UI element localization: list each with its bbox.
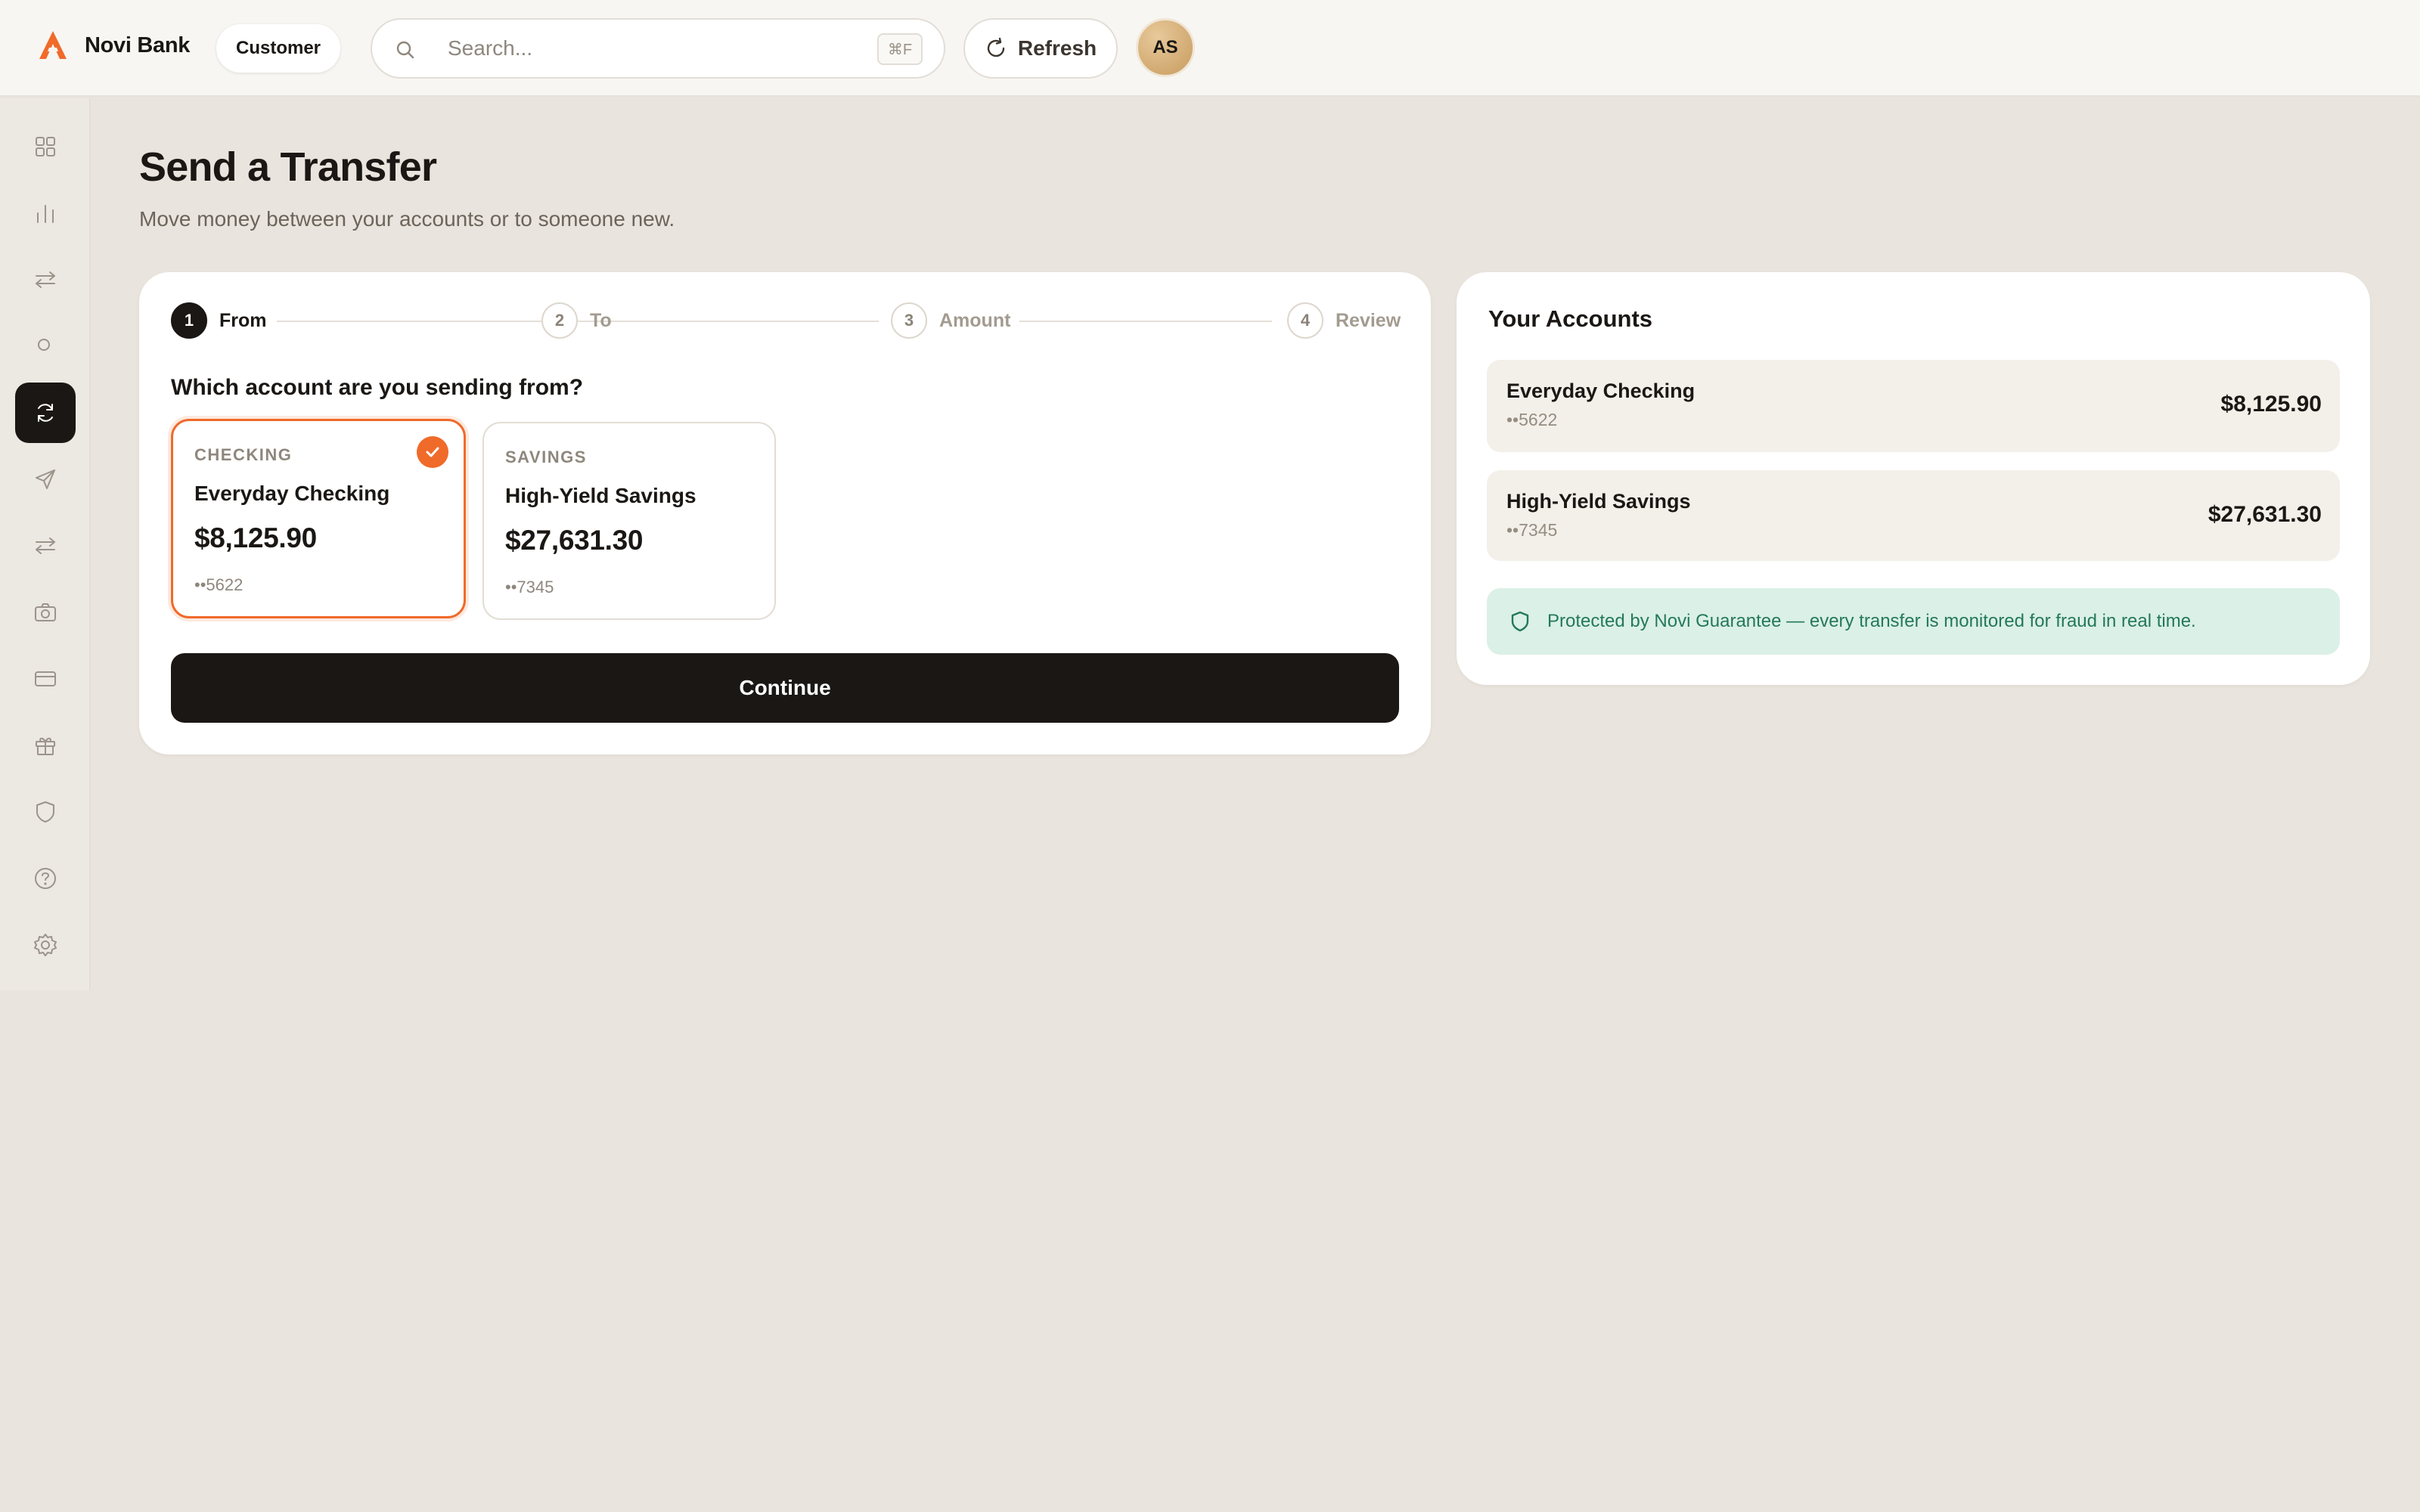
sidebar-item-cards[interactable] bbox=[15, 649, 76, 709]
brand-name: Novi Bank bbox=[85, 33, 191, 57]
send-icon bbox=[36, 469, 55, 489]
search-shortcut-badge: ⌘F bbox=[877, 33, 923, 65]
sidebar bbox=[0, 98, 91, 990]
brand[interactable]: Novi Bank bbox=[36, 29, 190, 62]
step-amount[interactable]: 3 Amount bbox=[891, 302, 1010, 339]
search-icon bbox=[396, 41, 414, 59]
continue-button[interactable]: Continue bbox=[171, 653, 1399, 723]
sidebar-item-transfers[interactable] bbox=[15, 383, 76, 443]
step-number: 4 bbox=[1287, 302, 1323, 339]
circle-icon bbox=[38, 339, 50, 351]
step-label: From bbox=[219, 309, 267, 331]
refresh-cycle-icon bbox=[38, 404, 53, 422]
step-number: 1 bbox=[171, 302, 207, 339]
transfer-card: 1 From 2 To 3 Amount 4 Review Which acco… bbox=[139, 272, 1431, 754]
sidebar-item-deposit[interactable] bbox=[15, 582, 76, 643]
source-account-question: Which account are you sending from? bbox=[171, 375, 584, 400]
sidebar-item-help[interactable] bbox=[15, 848, 76, 909]
step-from[interactable]: 1 From bbox=[171, 302, 267, 339]
sidebar-item-security[interactable] bbox=[15, 782, 76, 842]
step-review[interactable]: 4 Review bbox=[1287, 302, 1401, 339]
arrows-swap-icon bbox=[36, 271, 55, 288]
account-row-balance: $27,631.30 bbox=[2207, 502, 2322, 527]
shield-icon bbox=[1511, 611, 1529, 632]
step-number: 3 bbox=[891, 302, 927, 339]
stepper: 1 From 2 To 3 Amount 4 Review bbox=[171, 302, 1401, 340]
sidebar-item-analytics[interactable] bbox=[15, 183, 76, 243]
accounts-summary-card: Your Accounts Everyday Checking ••5622 $… bbox=[1457, 272, 2370, 685]
step-label: To bbox=[590, 309, 612, 331]
sidebar-item-dashboard[interactable] bbox=[15, 116, 76, 177]
camera-icon bbox=[35, 603, 56, 621]
step-label: Review bbox=[1336, 309, 1401, 331]
guarantee-notice: Protected by Novi Guarantee — every tran… bbox=[1487, 588, 2340, 655]
step-label: Amount bbox=[939, 309, 1011, 331]
account-row-name: High-Yield Savings bbox=[1506, 490, 1691, 513]
account-type: CHECKING bbox=[194, 445, 293, 464]
shield-icon bbox=[36, 801, 54, 823]
sidebar-item-rewards[interactable] bbox=[15, 715, 76, 776]
refresh-label: Refresh bbox=[1017, 36, 1097, 60]
gift-icon bbox=[36, 737, 55, 755]
account-row-mask: ••7345 bbox=[1506, 520, 1558, 540]
brand-logo-icon bbox=[39, 31, 67, 59]
card-icon bbox=[35, 671, 56, 686]
account-name: Everyday Checking bbox=[194, 482, 390, 505]
user-avatar[interactable]: AS bbox=[1136, 18, 1195, 77]
account-option-savings[interactable]: SAVINGS High-Yield Savings $27,631.30 ••… bbox=[482, 422, 776, 620]
transfer-icon bbox=[36, 538, 55, 554]
sidebar-item-move[interactable] bbox=[15, 516, 76, 576]
selected-check-icon bbox=[417, 436, 448, 468]
grid-icon bbox=[36, 137, 55, 156]
account-row-balance: $8,125.90 bbox=[2220, 392, 2322, 417]
account-row-savings[interactable]: High-Yield Savings ••7345 $27,631.30 bbox=[1487, 470, 2340, 561]
refresh-icon bbox=[987, 37, 1005, 57]
account-row-checking[interactable]: Everyday Checking ••5622 $8,125.90 bbox=[1487, 360, 2340, 452]
refresh-button[interactable]: Refresh bbox=[963, 18, 1118, 79]
account-row-name: Everyday Checking bbox=[1506, 380, 1696, 402]
sidebar-item-overview[interactable] bbox=[15, 314, 76, 375]
account-number-mask: ••7345 bbox=[505, 578, 554, 596]
step-number: 2 bbox=[541, 302, 578, 339]
role-switcher-button[interactable]: Customer bbox=[216, 24, 340, 73]
settings-icon bbox=[34, 934, 57, 956]
account-number-mask: ••5622 bbox=[194, 575, 244, 594]
account-row-mask: ••5622 bbox=[1506, 410, 1558, 429]
search-bar: ⌘F bbox=[371, 18, 945, 79]
account-balance: $8,125.90 bbox=[194, 522, 317, 553]
accounts-title: Your Accounts bbox=[1488, 305, 1653, 332]
step-connector bbox=[623, 321, 879, 322]
account-type: SAVINGS bbox=[505, 448, 587, 466]
sidebar-item-exchange[interactable] bbox=[15, 249, 76, 310]
search-input[interactable] bbox=[448, 33, 826, 64]
top-bar: Novi Bank Customer ⌘F Refresh AS bbox=[0, 0, 2420, 97]
step-to[interactable]: 2 To bbox=[541, 302, 612, 339]
account-name: High-Yield Savings bbox=[505, 484, 697, 507]
guarantee-text: Protected by Novi Guarantee — every tran… bbox=[1547, 611, 2196, 631]
account-balance: $27,631.30 bbox=[505, 525, 644, 556]
help-icon bbox=[35, 868, 56, 889]
step-connector bbox=[1019, 321, 1272, 322]
sidebar-item-send[interactable] bbox=[15, 449, 76, 510]
sidebar-item-settings[interactable] bbox=[15, 915, 76, 975]
page-title: Send a Transfer bbox=[139, 144, 437, 190]
bar-chart-icon bbox=[37, 205, 54, 223]
page-subtitle: Move money between your accounts or to s… bbox=[139, 207, 675, 231]
account-option-checking[interactable]: CHECKING Everyday Checking $8,125.90 ••5… bbox=[171, 419, 466, 618]
